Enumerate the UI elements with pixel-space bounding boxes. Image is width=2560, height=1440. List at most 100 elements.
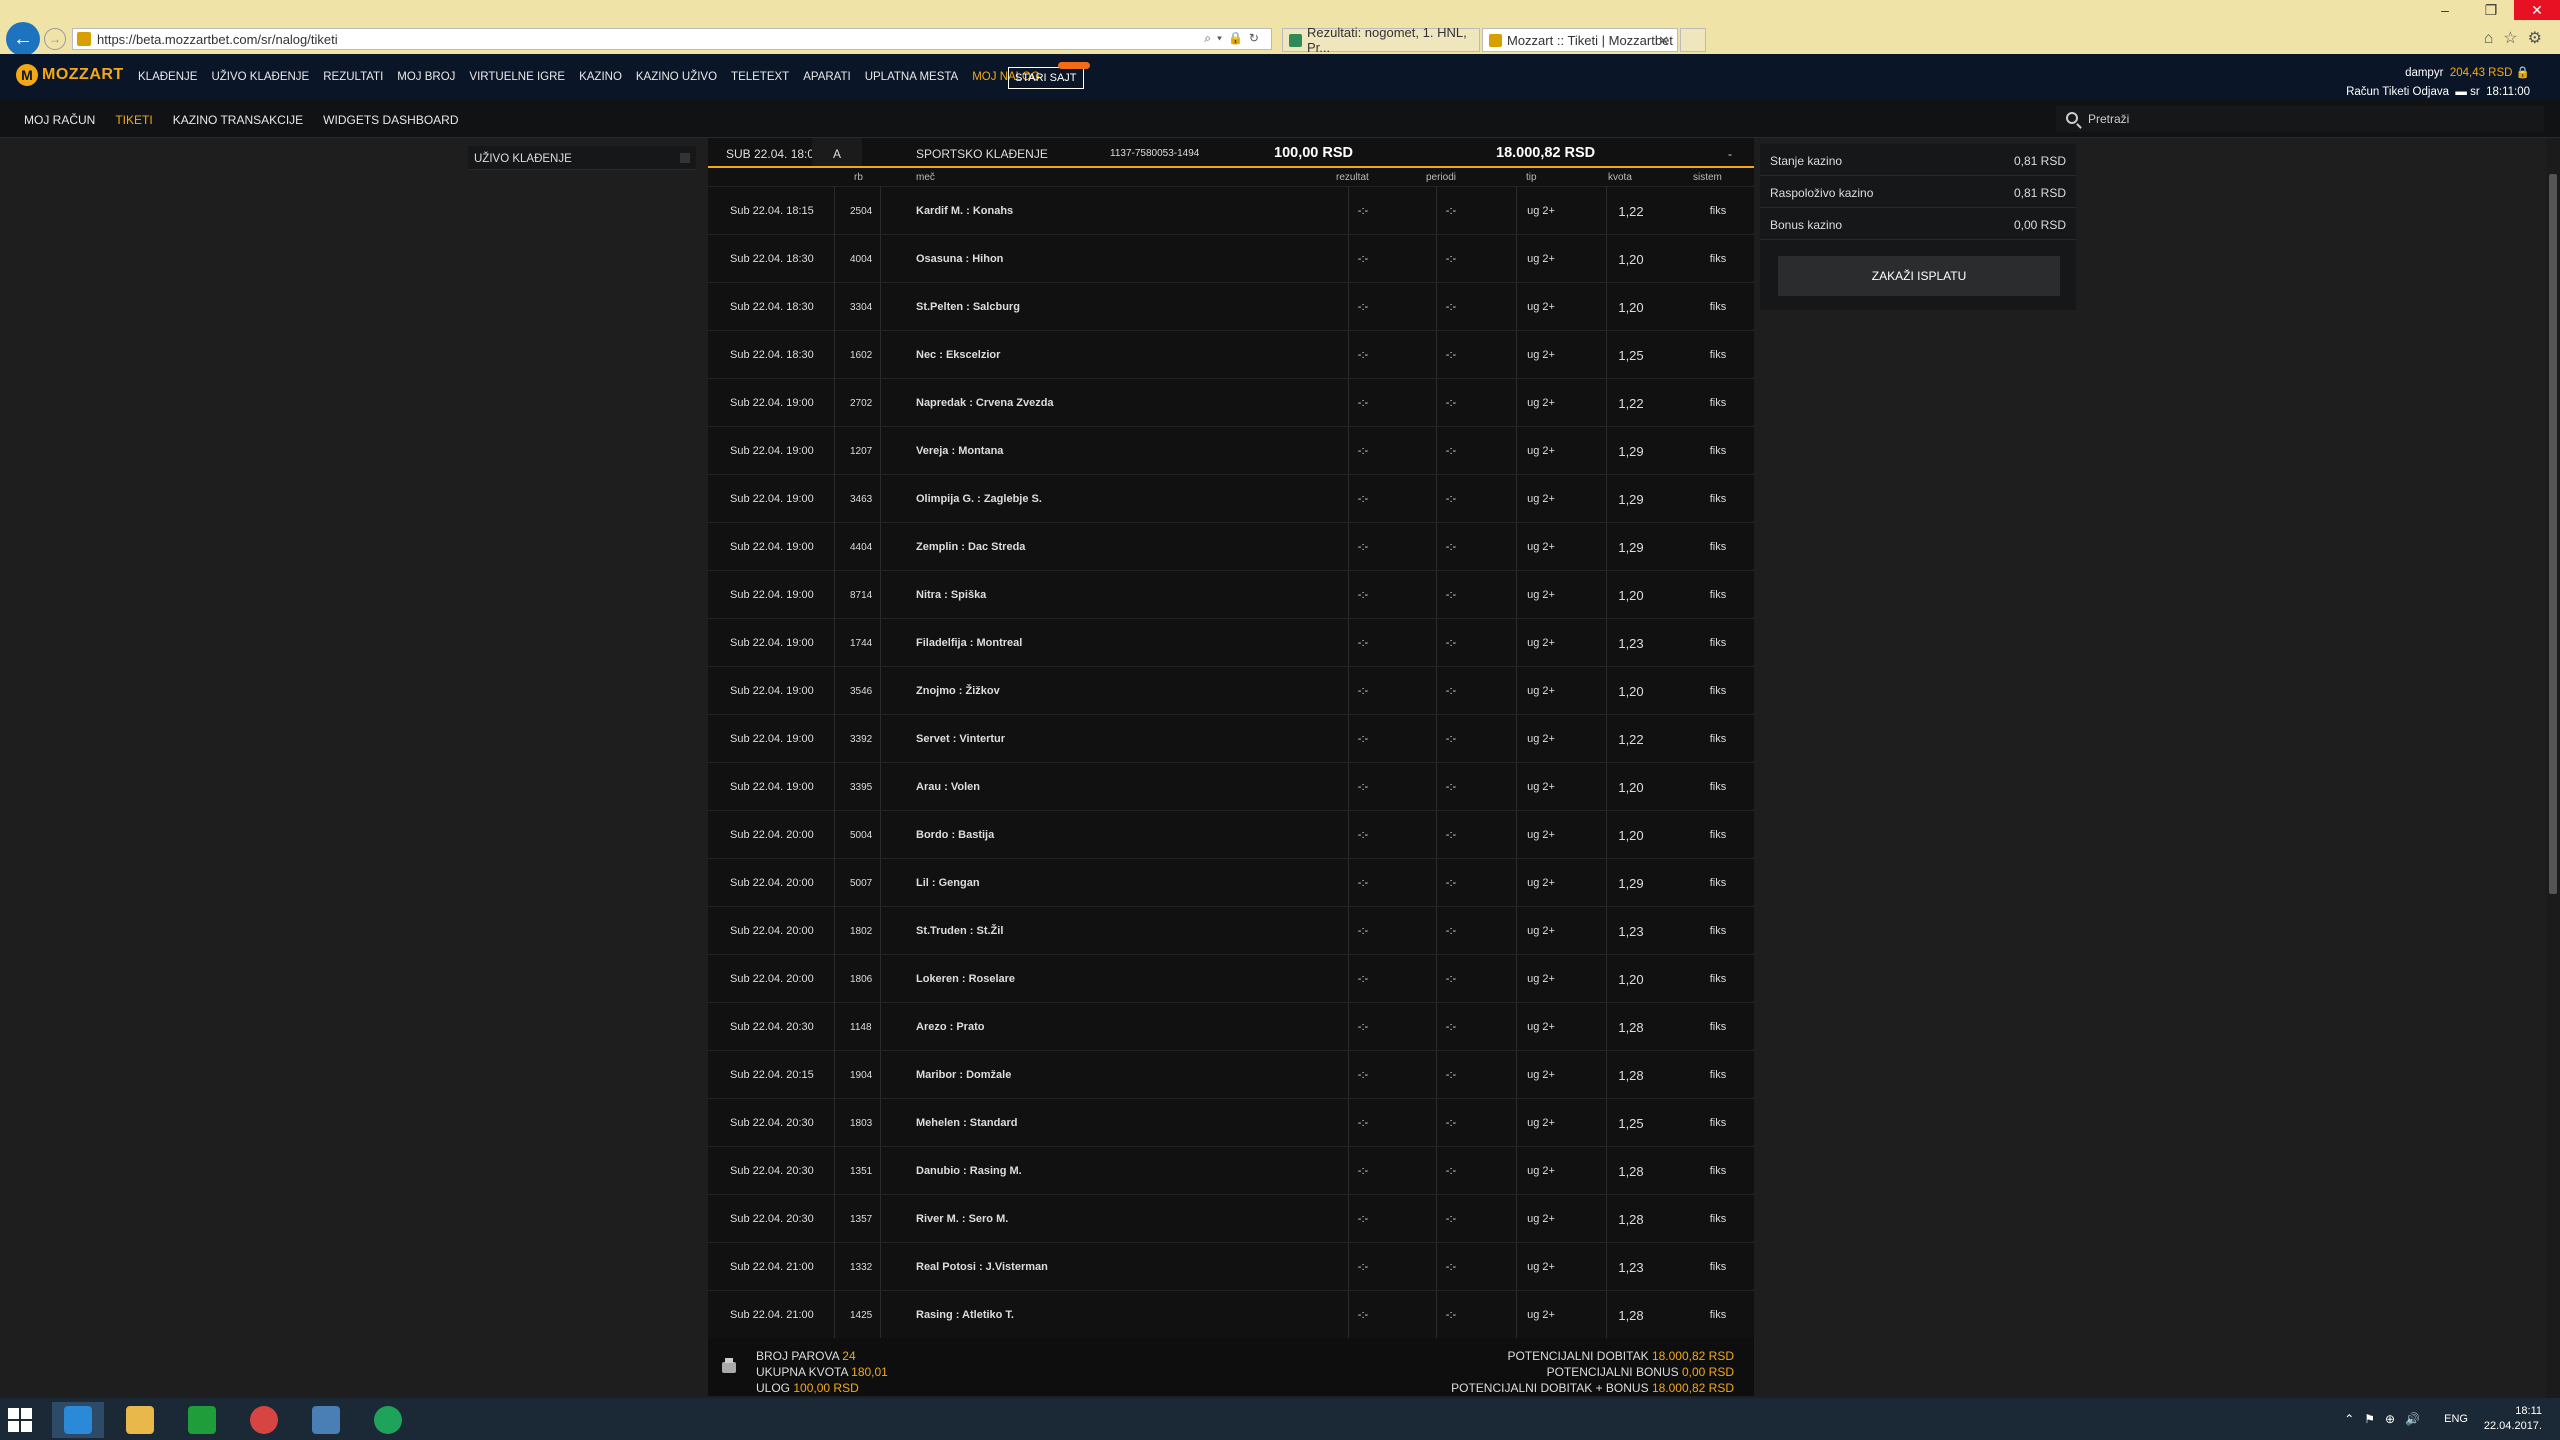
nav-kazino[interactable]: KAZINO [579,71,622,83]
ticket-row[interactable]: Sub 22.04. 21:00 1332 Real Potosi : J.Vist… [708,1242,1754,1290]
search-input[interactable]: Pretraži [2056,106,2544,132]
nav-rezultati[interactable]: REZULTATI [323,71,383,83]
nav-aparati[interactable]: APARATI [803,71,851,83]
tray-language[interactable]: ENG [2444,1413,2468,1425]
taskbar-store-icon[interactable] [176,1402,228,1438]
nav-virtuelne-igre[interactable]: VIRTUELNE IGRE [469,71,565,83]
printer-icon[interactable] [722,1358,736,1373]
system-type: fiks [1709,397,1727,409]
subnav-kazino-transakcije[interactable]: KAZINO TRANSAKCIJE [173,113,303,127]
system-type: fiks [1709,1069,1727,1081]
match-time: Sub 22.04. 18:30 [730,349,814,361]
subnav-moj-racun[interactable]: MOJ RAČUN [24,113,95,127]
scrollbar-thumb[interactable] [2549,174,2557,894]
windows-start-icon[interactable] [8,1408,32,1432]
close-window-button[interactable]: ✕ [2514,0,2560,20]
ticket-row[interactable]: Sub 22.04. 19:00 3392 Servet : Vintertur -:… [708,714,1754,762]
filter-uzivo-kladjenje[interactable]: UŽIVO KLAĐENJE [468,146,696,170]
ticket-row[interactable]: Sub 22.04. 19:00 4404 Zemplin : Dac Streda… [708,522,1754,570]
restore-button[interactable]: ❐ [2468,0,2514,20]
checkbox[interactable] [680,153,690,163]
match-time: Sub 22.04. 20:30 [730,1021,814,1033]
ticket-row[interactable]: Sub 22.04. 18:15 2504 Kardif M. : Konahs -:… [708,186,1754,234]
page-scrollbar[interactable] [2546,138,2560,1398]
bet-odds: 1,29 [1618,540,1644,555]
stari-sajt-button[interactable]: STARI SAJT [1008,67,1084,89]
nav-uplatna-mesta[interactable]: UPLATNA MESTA [865,71,959,83]
address-tools-icon[interactable]: ⌕▾🔒↻ [1204,31,1265,46]
column-divider [880,427,881,474]
user-box: dampyr 204,43 RSD 🔒 Račun Tiketi Odjava … [2346,64,2530,102]
site-header: M MOZZART KLAĐENJE UŽIVO KLAĐENJE REZULT… [0,54,2560,100]
back-button[interactable]: ← [6,22,40,56]
ticket-row[interactable]: Sub 22.04. 20:00 5004 Bordo : Bastija -:- -:… [708,810,1754,858]
column-divider [880,763,881,810]
ticket-row[interactable]: Sub 22.04. 19:00 3395 Arau : Volen -:- -:- ug… [708,762,1754,810]
new-tab-button[interactable] [1680,28,1706,52]
ticket-row[interactable]: Sub 22.04. 20:30 1357 River M. : Sero M. -:… [708,1194,1754,1242]
system-type: fiks [1709,1021,1727,1033]
ticket-row[interactable]: Sub 22.04. 19:00 1207 Vereja : Montana -:- -… [708,426,1754,474]
ticket-row[interactable]: Sub 22.04. 20:15 1904 Maribor : Domžale -:-… [708,1050,1754,1098]
bet-odds: 1,20 [1618,780,1644,795]
nav-moj-broj[interactable]: MOJ BROJ [397,71,455,83]
taskbar-chrome-icon[interactable] [238,1402,290,1438]
match-time: Sub 22.04. 19:00 [730,493,814,505]
column-divider [834,955,835,1002]
browser-tab-rezultati[interactable]: Rezultati: nogomet, 1. HNL, Pr... [1282,25,1480,55]
language[interactable]: sr [2470,86,2480,98]
ticket-header[interactable]: SUB 22.04. 18:08 A SPORTSKO KLAĐENJE 113… [708,138,1754,168]
bet-type: ug 2+ [1527,541,1555,553]
ticket-row[interactable]: Sub 22.04. 20:30 1148 Arezo : Prato -:- -:- u… [708,1002,1754,1050]
match-name: Bordo : Bastija [916,829,995,841]
zakazi-isplatu-button[interactable]: ZAKAŽI ISPLATU [1778,256,2060,296]
taskbar-ie-icon[interactable] [52,1402,104,1438]
ticket-row[interactable]: Sub 22.04. 19:00 2702 Napredak : Crvena Zv… [708,378,1754,426]
nav-teletext[interactable]: TELETEXT [731,71,789,83]
bet-type: ug 2+ [1527,1261,1555,1273]
ticket-row[interactable]: Sub 22.04. 20:30 1351 Danubio : Rasing M. -… [708,1146,1754,1194]
taskbar-edge-icon[interactable] [362,1402,414,1438]
ticket-row[interactable]: Sub 22.04. 20:00 5007 Lil : Gengan -:- -:- ug… [708,858,1754,906]
ticket-row[interactable]: Sub 22.04. 18:30 4004 Osasuna : Hihon -:- -:… [708,234,1754,282]
ticket-row[interactable]: Sub 22.04. 20:00 1806 Lokeren : Roselare -:… [708,954,1754,1002]
taskbar-app-icon[interactable] [300,1402,352,1438]
ticket-row[interactable]: Sub 22.04. 19:00 3546 Znojmo : Žižkov -:- -:… [708,666,1754,714]
user-links[interactable]: Račun Tiketi Odjava [2346,86,2449,98]
tab-favicon-icon [1489,34,1502,47]
subnav-tiketi[interactable]: TIKETI [115,113,152,127]
tray-clock[interactable]: 18:11 22.04.2017. [2484,1404,2542,1434]
match-rb: 1351 [850,1166,873,1177]
nav-kazino-uzivo[interactable]: KAZINO UŽIVO [636,71,717,83]
match-rb: 1148 [850,1022,872,1033]
minimize-button[interactable]: – [2422,0,2468,20]
ticket-row[interactable]: Sub 22.04. 18:30 3304 St.Pelten : Salcburg… [708,282,1754,330]
ticket-row[interactable]: Sub 22.04. 20:00 1802 St.Truden : St.Žil -:… [708,906,1754,954]
ticket-row[interactable]: Sub 22.04. 19:00 1744 Filadelfija : Montre… [708,618,1754,666]
mozzart-logo[interactable]: M MOZZART [16,64,124,86]
ticket-row[interactable]: Sub 22.04. 18:30 1602 Nec : Ekscelzior -:- -… [708,330,1754,378]
tray-icons[interactable]: ⌃⚑⊕🔊 [2344,1412,2430,1426]
browser-toolbar-icons[interactable]: ⌂☆⚙ [2484,28,2552,48]
flag-icon[interactable]: ▬ [2455,86,2467,98]
ticket-row[interactable]: Sub 22.04. 19:00 3463 Olimpija G. : Zagleb… [708,474,1754,522]
nav-uzivo-kladjenje[interactable]: UŽIVO KLAĐENJE [211,71,309,83]
system-type: fiks [1709,877,1727,889]
system-type: fiks [1709,205,1727,217]
subnav-widgets-dashboard[interactable]: WIDGETS DASHBOARD [323,113,458,127]
ticket-row[interactable]: Sub 22.04. 19:00 8714 Nitra : Spiška -:- -:-… [708,570,1754,618]
match-name: Lokeren : Roselare [916,973,1016,985]
address-bar[interactable]: https://beta.mozzartbet.com/sr/nalog/tik… [72,28,1272,50]
column-divider [880,1003,881,1050]
taskbar-explorer-icon[interactable] [114,1402,166,1438]
ticket-row[interactable]: Sub 22.04. 21:00 1425 Rasing : Atletiko T.… [708,1290,1754,1338]
nav-kladjenje[interactable]: KLAĐENJE [138,71,197,83]
close-tab-icon[interactable]: ✕ [1658,33,1669,49]
bet-odds: 1,23 [1618,636,1644,651]
forward-button[interactable]: → [44,28,66,50]
column-divider [834,379,835,426]
ticket-row[interactable]: Sub 22.04. 20:30 1803 Mehelen : Standard -:… [708,1098,1754,1146]
browser-tab-mozzart[interactable]: Mozzart :: Tiketi | Mozzartbet ✕ [1482,28,1678,52]
username[interactable]: dampyr [2405,67,2443,79]
match-periods: -:- [1445,397,1457,409]
